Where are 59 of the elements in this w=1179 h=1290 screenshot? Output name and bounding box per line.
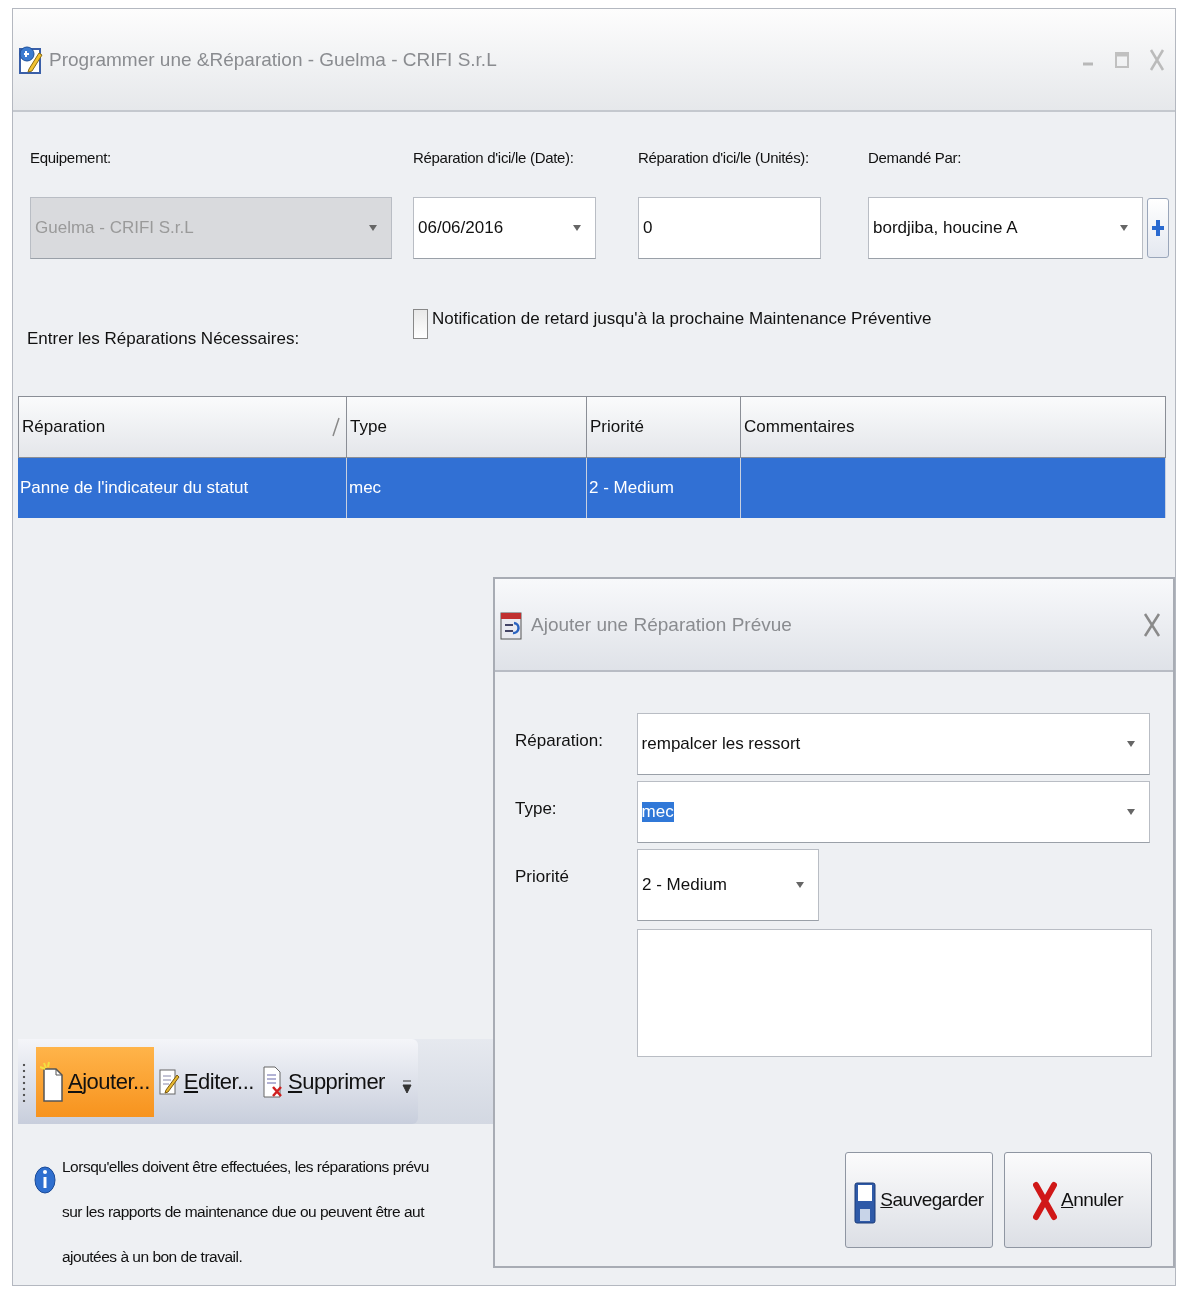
dropdown-caret-icon — [796, 882, 804, 888]
dropdown-field[interactable]: rempalcer les ressort — [636, 713, 1150, 775]
field-label: Demandé Par: — [868, 149, 963, 168]
dropdown-field[interactable]: mec — [636, 781, 1150, 843]
maximize-icon[interactable] — [1115, 49, 1129, 70]
table-row[interactable]: Panne de l'indicateur du statut mec 2 - Medium — [18, 458, 1166, 518]
input-field[interactable]: 0 — [638, 197, 821, 259]
dropdown-field[interactable]: bordjiba, houcine A — [868, 197, 1143, 259]
comment-field[interactable] — [637, 929, 1152, 1057]
column-header[interactable]: Type — [347, 396, 587, 458]
toolbar-button[interactable]: Supprimer — [257, 1046, 389, 1117]
dropdown-caret-icon — [1120, 225, 1128, 231]
new-document-icon — [40, 1060, 64, 1103]
column-header[interactable]: Commentaires — [741, 396, 1166, 458]
window-title: Programmer une &Réparation - Guelma - CRIFI S.r.L — [49, 48, 498, 71]
cross-icon — [1033, 1179, 1057, 1221]
grip-handle[interactable] — [22, 1061, 26, 1102]
field-value: rempalcer les ressort — [641, 734, 801, 754]
column-header[interactable]: Priorité — [587, 396, 741, 458]
field-value: bordjiba, houcine A — [873, 218, 1018, 238]
add-button[interactable] — [1147, 198, 1169, 258]
info-text: sur les rapports de maintenance due ou peuvent être aut — [62, 1202, 426, 1222]
dropdown-field[interactable]: 06/06/2016 — [413, 197, 596, 259]
dropdown-caret-icon — [1127, 809, 1135, 815]
plus-icon — [1151, 219, 1165, 237]
dropdown-caret-icon — [369, 225, 377, 231]
document-delete-icon — [261, 1064, 284, 1099]
field-value: 06/06/2016 — [418, 218, 504, 238]
table-cell: Panne de l'indicateur du statut — [20, 478, 249, 498]
close-icon[interactable] — [1149, 47, 1165, 72]
field-label: Equipement: — [30, 149, 112, 168]
info-text: Lorsqu'elles doivent être effectuées, les réparations prévu — [62, 1157, 429, 1177]
save-button[interactable]: Sauvegarder — [845, 1152, 993, 1248]
field-label: Réparation d'ici/le (Date): — [413, 149, 575, 168]
toolbar-button[interactable]: Ajouter... — [36, 1046, 154, 1117]
field-value: 0 — [643, 218, 653, 238]
field-value: mec — [641, 802, 674, 822]
dropdown-field[interactable]: 2 - Medium — [637, 849, 819, 921]
cancel-button[interactable]: Annuler — [1004, 1152, 1152, 1248]
notepad-pencil-icon — [17, 44, 43, 75]
column-header[interactable]: Réparation — [18, 396, 347, 458]
section-label: Entrer les Réparations Nécessaires: — [27, 328, 301, 349]
field-value: 2 - Medium — [642, 875, 728, 895]
dropdown-caret-icon — [573, 225, 581, 231]
dialog-title: Ajouter une Réparation Prévue — [531, 613, 793, 636]
sort-indicator-icon — [332, 417, 340, 437]
table-cell: 2 - Medium — [589, 478, 675, 498]
checkbox-label: Notification de retard jusqu'à la prochaine Maintenance Préventive — [432, 309, 932, 329]
field-value: Guelma - CRIFI S.r.L — [35, 218, 194, 238]
close-icon[interactable] — [1143, 611, 1161, 638]
field-label: Type: — [515, 798, 558, 819]
field-label: Priorité — [515, 866, 570, 887]
table-cell: mec — [349, 478, 382, 498]
info-text: ajoutées à un bon de travail. — [62, 1247, 244, 1267]
dropdown-caret-icon — [1127, 741, 1135, 747]
toolbar-button[interactable]: Editer... — [153, 1046, 258, 1117]
checkbox[interactable] — [413, 309, 428, 339]
field-label: Réparation d'ici/le (Unités): — [638, 149, 810, 168]
field-label: Réparation: — [515, 730, 604, 751]
